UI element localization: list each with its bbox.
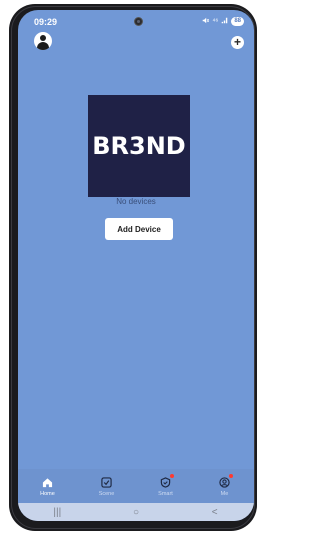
avatar-head — [40, 35, 46, 41]
me-icon — [218, 474, 233, 489]
tab-me[interactable]: Me — [195, 469, 254, 503]
tab-home-label: Home — [40, 491, 55, 497]
tab-scene-label: Scene — [98, 491, 115, 497]
tab-me-label: Me — [220, 491, 229, 497]
scene-icon — [100, 475, 114, 489]
recents-button[interactable]: ||| — [42, 507, 72, 518]
brand-logo: BR3ND — [88, 95, 190, 197]
logo-text: BR3ND — [92, 132, 186, 160]
bottom-tab-bar: Home Scene Smart Me — [18, 469, 254, 503]
home-icon — [41, 475, 55, 489]
tab-scene[interactable]: Scene — [77, 469, 136, 503]
tab-home[interactable]: Home — [18, 469, 77, 503]
system-icons: ⁴⁶ 88 — [202, 17, 244, 26]
profile-avatar[interactable] — [34, 32, 52, 50]
smart-badge — [169, 474, 174, 478]
signal-icon — [221, 17, 228, 26]
smart-icon — [159, 474, 174, 489]
home-button[interactable]: ○ — [121, 507, 151, 518]
status-bar: 09:29 ⁴⁶ 88 — [18, 10, 254, 32]
app-screen: 09:29 ⁴⁶ 88 + BR3ND No devices Add Devic… — [18, 10, 254, 521]
add-icon[interactable]: + — [231, 36, 244, 49]
tab-smart-label: Smart — [158, 491, 173, 497]
add-device-button[interactable]: Add Device — [105, 218, 173, 240]
avatar-body — [37, 42, 49, 50]
front-camera — [134, 17, 143, 26]
status-time: 09:29 — [34, 17, 58, 27]
empty-state-text: No devices — [116, 197, 156, 206]
back-button[interactable]: < — [200, 507, 230, 518]
signal-text: ⁴⁶ — [212, 18, 219, 25]
mute-icon — [202, 17, 210, 26]
me-badge — [228, 474, 233, 478]
tab-smart[interactable]: Smart — [136, 469, 195, 503]
system-nav-bar: ||| ○ < — [18, 503, 254, 521]
battery-icon: 88 — [231, 17, 244, 26]
